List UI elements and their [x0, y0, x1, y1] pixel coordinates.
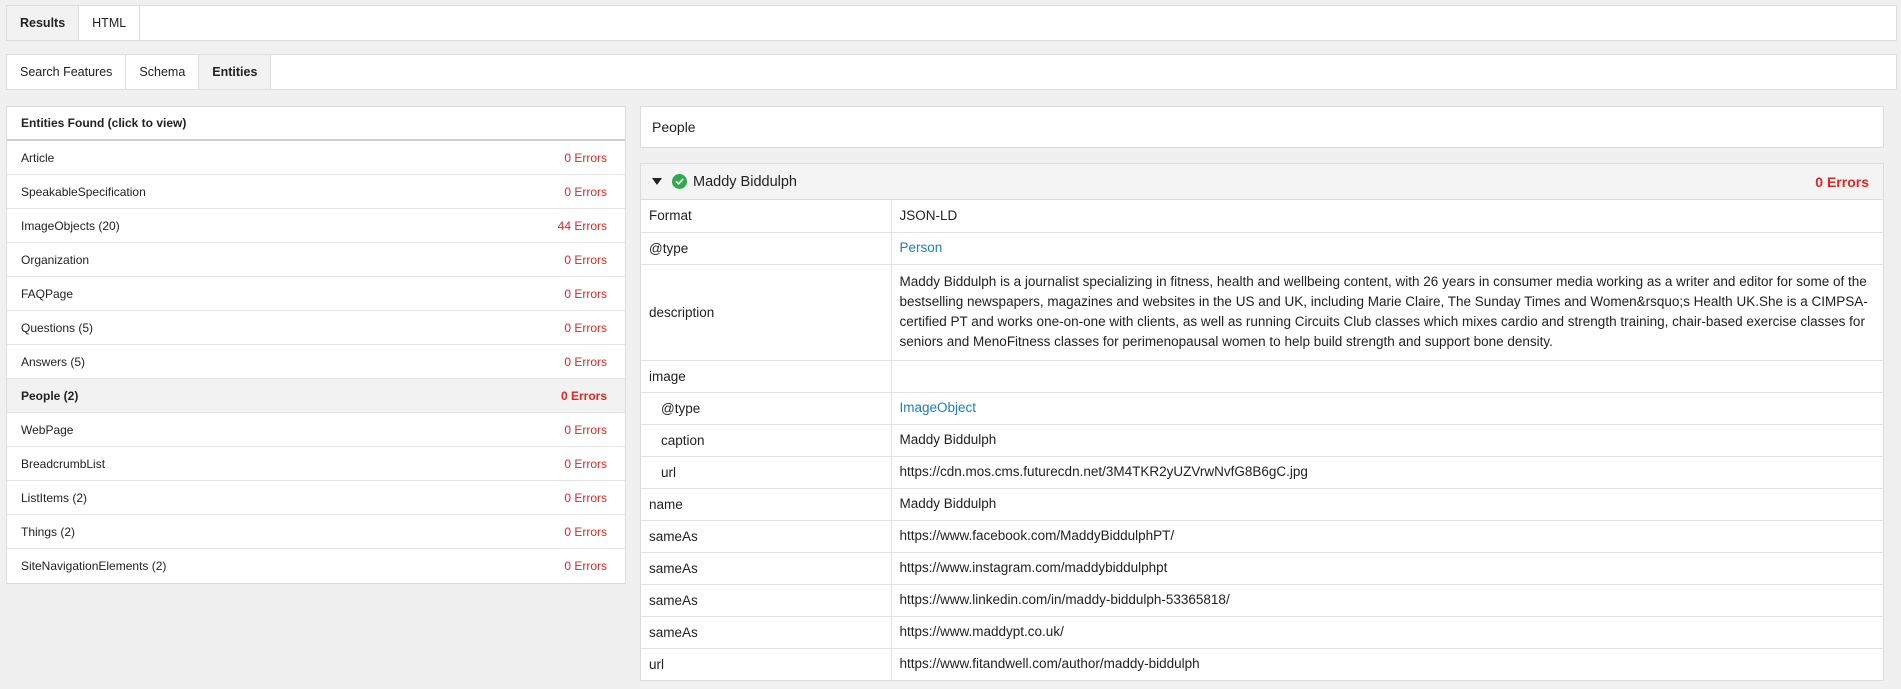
tab-entities[interactable]: Entities: [199, 55, 272, 89]
entity-errors: 0 Errors: [560, 388, 607, 403]
property-key: sameAs: [641, 615, 892, 648]
entity-errors: 0 Errors: [564, 456, 607, 471]
properties-table: Format JSON-LD @type Person description …: [641, 200, 1883, 680]
results-tabbar: Results HTML: [6, 5, 1897, 41]
entity-errors: 0 Errors: [564, 320, 607, 335]
property-value: https://www.fitandwell.com/author/maddy-…: [891, 647, 1883, 680]
table-row: image: [641, 359, 1883, 392]
entity-label: People (2): [21, 388, 79, 403]
property-key: url: [641, 455, 892, 488]
table-row: sameAs https://www.facebook.com/MaddyBid…: [641, 519, 1883, 552]
property-key: sameAs: [641, 551, 892, 584]
entity-row-things[interactable]: Things (2) 0 Errors: [7, 515, 625, 549]
entity-label: ImageObjects (20): [21, 218, 120, 233]
table-row: sameAs https://www.maddypt.co.uk/: [641, 615, 1883, 648]
entity-label: BreadcrumbList: [21, 456, 106, 471]
entity-row-breadcrumblist[interactable]: BreadcrumbList 0 Errors: [7, 447, 625, 481]
entity-label: FAQPage: [21, 286, 74, 301]
property-value: https://www.maddypt.co.uk/: [891, 615, 1883, 648]
property-value: Maddy Biddulph: [891, 423, 1883, 456]
tab-results[interactable]: Results: [7, 6, 80, 40]
entity-errors: 0 Errors: [564, 559, 607, 573]
caret-down-icon[interactable]: [652, 178, 662, 185]
entity-row-organization[interactable]: Organization 0 Errors: [7, 243, 625, 277]
entity-errors: 0 Errors: [564, 150, 607, 165]
entity-label: SpeakableSpecification: [21, 184, 146, 199]
property-key: image: [641, 359, 892, 392]
property-value-link[interactable]: Person: [891, 231, 1883, 264]
entity-errors: 0 Errors: [564, 524, 607, 539]
entities-panel: Entities Found (click to view) Article 0…: [6, 106, 626, 584]
entities-header: Entities Found (click to view): [7, 107, 625, 141]
section-title: People: [640, 106, 1884, 148]
property-value: Maddy Biddulph: [891, 487, 1883, 520]
entity-row-webpage[interactable]: WebPage 0 Errors: [7, 413, 625, 447]
entity-errors: 0 Errors: [564, 252, 607, 267]
entity-row-speakable[interactable]: SpeakableSpecification 0 Errors: [7, 175, 625, 209]
feature-tabbar: Search Features Schema Entities: [6, 54, 1897, 90]
property-value: https://www.facebook.com/MaddyBiddulphPT…: [891, 519, 1883, 552]
entity-name: Maddy Biddulph: [693, 173, 797, 190]
table-row: url https://www.fitandwell.com/author/ma…: [641, 647, 1883, 680]
entity-row-listitems[interactable]: ListItems (2) 0 Errors: [7, 481, 625, 515]
tab-search-features[interactable]: Search Features: [7, 55, 127, 89]
property-value: https://www.linkedin.com/in/maddy-biddul…: [891, 583, 1883, 616]
property-key: @type: [641, 231, 892, 264]
table-row: name Maddy Biddulph: [641, 487, 1883, 520]
entity-label: Questions (5): [21, 320, 94, 335]
entity-errors: 0 Errors: [564, 286, 607, 301]
table-row: description Maddy Biddulph is a journali…: [641, 263, 1883, 360]
entity-row-article[interactable]: Article 0 Errors: [7, 141, 625, 175]
tab-schema[interactable]: Schema: [126, 55, 200, 89]
property-key: description: [641, 263, 892, 360]
table-row: @type ImageObject: [641, 391, 1883, 424]
entity-row-people[interactable]: People (2) 0 Errors: [7, 379, 625, 413]
entity-errors: 44 Errors: [557, 218, 607, 233]
table-row: @type Person: [641, 231, 1883, 264]
entity-errors: 0 Errors: [564, 490, 607, 505]
property-key: url: [641, 647, 892, 680]
entity-row-questions[interactable]: Questions (5) 0 Errors: [7, 311, 625, 345]
entity-row-imageobjects[interactable]: ImageObjects (20) 44 Errors: [7, 209, 625, 243]
check-circle-icon: [672, 174, 687, 189]
property-value: JSON-LD: [899, 207, 958, 223]
entity-label: ListItems (2): [21, 490, 88, 505]
entity-row-sitenavigation[interactable]: SiteNavigationElements (2) 0 Errors: [7, 549, 625, 583]
property-key: caption: [641, 423, 892, 456]
table-row: caption Maddy Biddulph: [641, 423, 1883, 456]
entity-errors: 0 Errors: [564, 354, 607, 369]
entity-label: WebPage: [21, 422, 74, 437]
entity-error-count: 0 Errors: [1815, 173, 1869, 190]
table-row: url https://cdn.mos.cms.futurecdn.net/3M…: [641, 455, 1883, 488]
property-value-link[interactable]: ImageObject: [891, 391, 1883, 424]
entity-label: Things (2): [21, 524, 76, 539]
property-value: [891, 359, 1883, 392]
property-key: Format: [641, 200, 892, 232]
property-key: @type: [641, 391, 892, 424]
entity-errors: 0 Errors: [564, 422, 607, 437]
entity-label: Answers (5): [21, 354, 86, 369]
entity-detail-header[interactable]: Maddy Biddulph 0 Errors: [641, 164, 1883, 200]
property-key: sameAs: [641, 519, 892, 552]
entity-label: SiteNavigationElements (2): [21, 559, 167, 573]
table-row: Format JSON-LD: [641, 200, 1883, 232]
property-value: https://cdn.mos.cms.futurecdn.net/3M4TKR…: [891, 455, 1883, 488]
property-key: sameAs: [641, 583, 892, 616]
entity-errors: 0 Errors: [564, 184, 607, 199]
property-key: name: [641, 487, 892, 520]
property-value: Maddy Biddulph is a journalist specializ…: [891, 263, 1883, 360]
table-row: sameAs https://www.instagram.com/maddybi…: [641, 551, 1883, 584]
entity-row-answers[interactable]: Answers (5) 0 Errors: [7, 345, 625, 379]
table-row: sameAs https://www.linkedin.com/in/maddy…: [641, 583, 1883, 616]
tab-html[interactable]: HTML: [79, 6, 141, 40]
entity-label: Organization: [21, 252, 90, 267]
property-value: https://www.instagram.com/maddybiddulphp…: [891, 551, 1883, 584]
entity-label: Article: [21, 150, 55, 165]
entity-detail-card: Maddy Biddulph 0 Errors Format JSON-LD @…: [640, 163, 1884, 681]
entity-row-faqpage[interactable]: FAQPage 0 Errors: [7, 277, 625, 311]
